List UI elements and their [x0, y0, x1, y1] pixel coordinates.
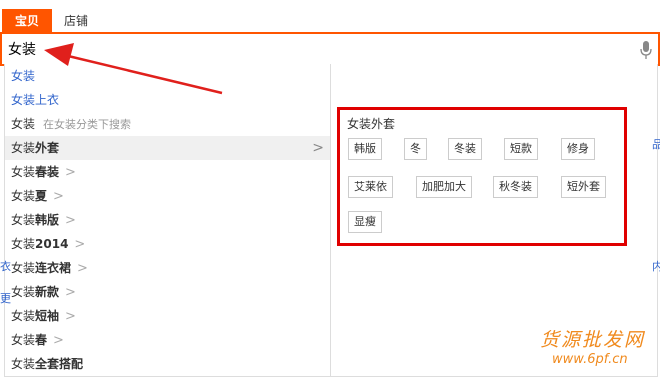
keyword-chip[interactable]: 加肥加大: [416, 176, 472, 198]
subcategory-highlight-box: 女装外套 韩版 冬 冬装 短款 修身 艾莱依 加肥加大 秋冬装 短外套 显瘦: [337, 107, 627, 246]
suggestion-prefix: 女装: [11, 141, 36, 155]
chevron-right-icon: >: [65, 213, 76, 228]
suggestion-hint: 在女装分类下搜索: [43, 118, 132, 131]
suggestion-keyword: 新款: [35, 285, 60, 299]
edge-text-fragment: 品: [652, 138, 660, 151]
suggestion-item-category[interactable]: 女装 在女装分类下搜索: [5, 112, 330, 136]
edge-text-fragment: 更: [0, 292, 11, 305]
suggestion-item[interactable]: 女装2014 >: [5, 232, 330, 256]
suggestion-prefix: 女装: [11, 357, 36, 371]
suggestion-keyword: 韩版: [35, 213, 60, 227]
suggestion-keyword: 全套搭配: [35, 357, 84, 371]
watermark-url: www.6pf.cn: [552, 352, 628, 367]
chevron-right-icon: >: [65, 165, 76, 180]
microphone-icon[interactable]: [640, 40, 652, 60]
suggestion-item-expanded[interactable]: 女装外套 >: [5, 136, 330, 160]
suggestion-item[interactable]: 女装新款 >: [5, 280, 330, 304]
suggestion-keyword: 夏: [35, 189, 48, 203]
chevron-right-icon: >: [53, 333, 64, 348]
chevron-right-icon: >: [65, 285, 76, 300]
tab-shops[interactable]: 店铺: [64, 9, 88, 33]
keyword-chip[interactable]: 冬: [404, 138, 427, 160]
edge-text-fragment: 衣: [0, 260, 11, 273]
chevron-right-icon: >: [77, 261, 88, 276]
edge-text-fragment: 内: [652, 260, 660, 273]
suggestion-item[interactable]: 女装: [5, 64, 330, 88]
suggestion-prefix: 女装: [11, 165, 36, 179]
suggestion-keyword: 春装: [35, 165, 60, 179]
suggestion-item[interactable]: 女装春 >: [5, 328, 330, 352]
suggestion-item[interactable]: 女装上衣: [5, 88, 330, 112]
keyword-chip[interactable]: 短款: [504, 138, 538, 160]
suggestion-prefix: 女装: [11, 189, 36, 203]
suggestion-item[interactable]: 女装韩版 >: [5, 208, 330, 232]
watermark-logo: 货源批发网: [540, 329, 646, 351]
suggestion-keyword: 2014: [35, 237, 69, 251]
chevron-right-icon: >: [53, 189, 64, 204]
suggestion-keyword: 连衣裙: [35, 261, 72, 275]
suggestion-item[interactable]: 女装短袖 >: [5, 304, 330, 328]
search-box: [0, 32, 660, 66]
keyword-chip[interactable]: 显瘦: [348, 211, 382, 233]
suggestion-prefix: 女装: [11, 213, 36, 227]
suggestion-keyword: 短袖: [35, 309, 60, 323]
suggestion-text: 女装: [11, 69, 36, 83]
keyword-chip[interactable]: 修身: [561, 138, 595, 160]
suggestion-item[interactable]: 女装春装 >: [5, 160, 330, 184]
tab-items[interactable]: 宝贝: [2, 9, 52, 33]
suggestion-prefix: 女装: [11, 117, 36, 131]
subcategory-title: 女装外套: [347, 117, 396, 131]
suggestion-keyword: 春: [35, 333, 48, 347]
suggestion-prefix: 女装: [11, 309, 36, 323]
search-input[interactable]: [8, 38, 608, 60]
suggestion-list: 女装 女装上衣 女装 在女装分类下搜索 女装外套 > 女装春装 > 女装夏 > 女装韩…: [5, 64, 331, 376]
suggestion-prefix: 女装: [11, 261, 36, 275]
keyword-chip[interactable]: 艾莱依: [348, 176, 393, 198]
keyword-chip[interactable]: 冬装: [448, 138, 482, 160]
keyword-chip[interactable]: 韩版: [348, 138, 382, 160]
suggestion-text: 女装上衣: [11, 93, 60, 107]
suggestion-item[interactable]: 女装全套搭配: [5, 352, 330, 376]
keyword-chip[interactable]: 秋冬装: [493, 176, 538, 198]
suggestion-item[interactable]: 女装夏 >: [5, 184, 330, 208]
chevron-right-icon: >: [312, 140, 324, 156]
suggestion-prefix: 女装: [11, 285, 36, 299]
chevron-right-icon: >: [65, 309, 76, 324]
suggestion-keyword: 外套: [35, 141, 60, 155]
suggestion-prefix: 女装: [11, 333, 36, 347]
chevron-right-icon: >: [74, 237, 86, 252]
suggestion-prefix: 女装: [11, 237, 36, 251]
keyword-chip[interactable]: 短外套: [561, 176, 606, 198]
search-tabs: 宝贝 店铺: [0, 0, 660, 33]
suggestion-item[interactable]: 女装连衣裙 >: [5, 256, 330, 280]
